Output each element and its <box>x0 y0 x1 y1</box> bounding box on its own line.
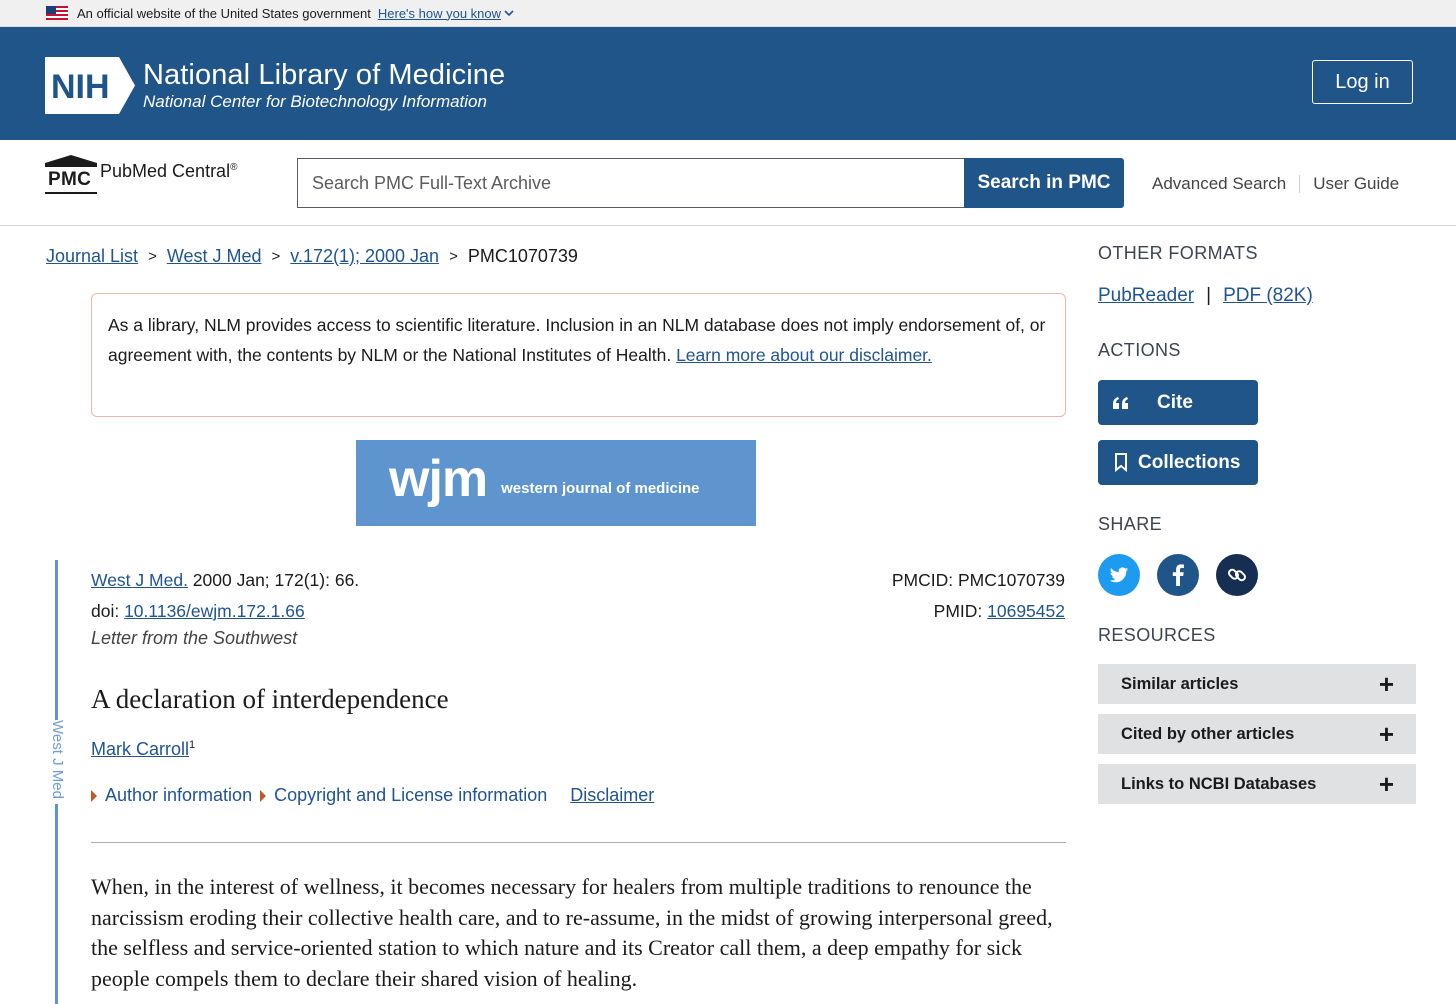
pmcid-line: PMCID: PMC1070739 <box>892 565 1065 596</box>
pmc-logo-letters: PMC <box>48 169 92 190</box>
cite-button[interactable]: Cite <box>1098 380 1258 425</box>
journal-banner-logo: wjm <box>389 450 488 508</box>
pubreader-link[interactable]: PubReader <box>1098 285 1194 307</box>
advanced-search-link[interactable]: Advanced Search <box>1152 174 1286 194</box>
doi-line: doi: 10.1136/ewjm.172.1.66 <box>91 596 359 627</box>
breadcrumb-separator: > <box>271 248 281 265</box>
actions-heading: ACTIONS <box>1098 340 1181 360</box>
breadcrumb-separator: > <box>148 248 157 265</box>
pmc-building-icon: PMC <box>45 155 97 195</box>
article-info-links: Author information Copyright and License… <box>91 785 654 806</box>
pdf-link[interactable]: PDF (82K) <box>1223 285 1313 307</box>
gov-banner-text: An official website of the United States… <box>77 5 371 21</box>
ncbi-subtitle: National Center for Biotechnology Inform… <box>143 91 487 111</box>
us-flag-icon <box>46 6 68 20</box>
nlm-title-block: National Library of Medicine National Ce… <box>143 59 505 113</box>
cite-label: Cite <box>1157 391 1193 413</box>
twitter-share-button[interactable] <box>1098 554 1140 596</box>
similar-articles-label: Similar articles <box>1121 674 1239 693</box>
citation-details: 2000 Jan; 172(1): 66. <box>187 570 360 590</box>
pmid-line: PMID: 10695452 <box>892 596 1065 627</box>
pmcid-label: PMCID: <box>891 570 958 590</box>
how-you-know-link[interactable]: Here's how you know <box>378 6 514 21</box>
format-separator: | <box>1206 285 1212 306</box>
author-link[interactable]: Mark Carroll <box>91 739 189 759</box>
pmc-logo[interactable]: PMC PubMed Central® <box>45 155 237 195</box>
breadcrumb-separator: > <box>449 248 458 265</box>
author-line: Mark Carroll1 <box>91 739 195 760</box>
copy-link-share-button[interactable] <box>1216 554 1258 596</box>
link-icon <box>1227 568 1246 582</box>
doi-label: doi: <box>91 601 125 621</box>
pmid-label: PMID: <box>933 601 988 621</box>
chevron-down-icon <box>504 9 514 16</box>
search-bar-row: PMC PubMed Central® Search PMC Full-Text… <box>0 140 1456 226</box>
expand-triangle-icon <box>260 789 267 802</box>
journal-link[interactable]: West J Med. <box>91 570 188 590</box>
similar-articles-accordion[interactable]: Similar articles + <box>1098 664 1416 704</box>
nih-logo-icon: NIH <box>45 57 135 114</box>
search-input[interactable]: Search PMC Full-Text Archive <box>297 158 965 208</box>
pmc-name-text: PubMed Central <box>100 161 231 181</box>
ncbi-links-accordion[interactable]: Links to NCBI Databases + <box>1098 764 1416 804</box>
breadcrumb-issue[interactable]: v.172(1); 2000 Jan <box>290 246 439 267</box>
other-formats-links: PubReader | PDF (82K) <box>1098 285 1313 307</box>
registered-mark: ® <box>230 162 238 173</box>
citation-line: West J Med. 2000 Jan; 172(1): 66. <box>91 565 359 596</box>
disclaimer-learn-more-link[interactable]: Learn more about our disclaimer. <box>676 345 932 365</box>
bookmark-icon <box>1115 453 1127 472</box>
search-button[interactable]: Search in PMC <box>964 158 1124 208</box>
site-header: NIH National Library of Medicine Nationa… <box>0 27 1456 140</box>
author-affiliation-sup: 1 <box>189 739 196 751</box>
breadcrumb-journal[interactable]: West J Med <box>167 246 262 267</box>
article-title: A declaration of interdependence <box>91 684 449 714</box>
citation-right: PMCID: PMC1070739 PMID: 10695452 <box>892 565 1065 627</box>
breadcrumb-current: PMC1070739 <box>467 246 578 266</box>
article-type: Letter from the Southwest <box>91 628 298 648</box>
disclaimer-notice: As a library, NLM provides access to sci… <box>91 293 1066 417</box>
nih-logo[interactable]: NIH National Library of Medicine Nationa… <box>45 57 505 114</box>
resources-heading: RESOURCES <box>1098 625 1216 645</box>
journal-banner-image[interactable]: wjm western journal of medicine <box>356 440 756 526</box>
expand-triangle-icon <box>91 789 97 802</box>
cited-by-label: Cited by other articles <box>1121 724 1295 743</box>
ncbi-links-label: Links to NCBI Databases <box>1121 774 1317 793</box>
disclaimer-link[interactable]: Disclaimer <box>570 785 654 806</box>
pmc-logo-name: PubMed Central® <box>100 161 237 182</box>
collections-label: Collections <box>1138 451 1241 473</box>
login-button[interactable]: Log in <box>1312 60 1413 104</box>
citation-left: West J Med. 2000 Jan; 172(1): 66. doi: 1… <box>91 565 359 627</box>
copyright-license-toggle[interactable]: Copyright and License information <box>274 785 547 806</box>
section-divider <box>91 842 1066 843</box>
divider <box>1299 175 1301 193</box>
pmid-link[interactable]: 10695452 <box>987 601 1065 621</box>
other-formats-heading: OTHER FORMATS <box>1098 243 1258 263</box>
search-links: Advanced Search User Guide <box>1152 174 1399 194</box>
plus-icon: + <box>1378 719 1394 749</box>
plus-icon: + <box>1378 669 1394 699</box>
plus-icon: + <box>1378 769 1394 799</box>
pmcid-value: PMC1070739 <box>957 570 1065 590</box>
doi-link[interactable]: 10.1136/ewjm.172.1.66 <box>124 601 305 621</box>
share-buttons <box>1098 554 1258 596</box>
nlm-title: National Library of Medicine <box>143 58 506 91</box>
journal-banner-name: western journal of medicine <box>501 479 700 497</box>
nih-logo-text: NIH <box>51 68 110 106</box>
breadcrumb-journal-list[interactable]: Journal List <box>46 246 138 267</box>
article-body-paragraph: When, in the interest of wellness, it be… <box>91 874 1053 991</box>
collections-button[interactable]: Collections <box>1098 440 1258 485</box>
side-journal-label-text: West J Med <box>49 720 66 799</box>
side-journal-label: West J Med <box>48 720 66 804</box>
how-you-know-label[interactable]: Here's how you know <box>378 6 501 21</box>
facebook-icon <box>1172 564 1184 586</box>
user-guide-link[interactable]: User Guide <box>1313 174 1399 194</box>
gov-banner: An official website of the United States… <box>0 0 1456 27</box>
cited-by-accordion[interactable]: Cited by other articles + <box>1098 714 1416 754</box>
share-heading: SHARE <box>1098 514 1163 534</box>
author-information-toggle[interactable]: Author information <box>105 785 252 806</box>
facebook-share-button[interactable] <box>1157 554 1199 596</box>
twitter-icon <box>1109 566 1129 582</box>
quote-icon <box>1113 396 1128 409</box>
breadcrumb: Journal List > West J Med > v.172(1); 20… <box>46 246 578 267</box>
